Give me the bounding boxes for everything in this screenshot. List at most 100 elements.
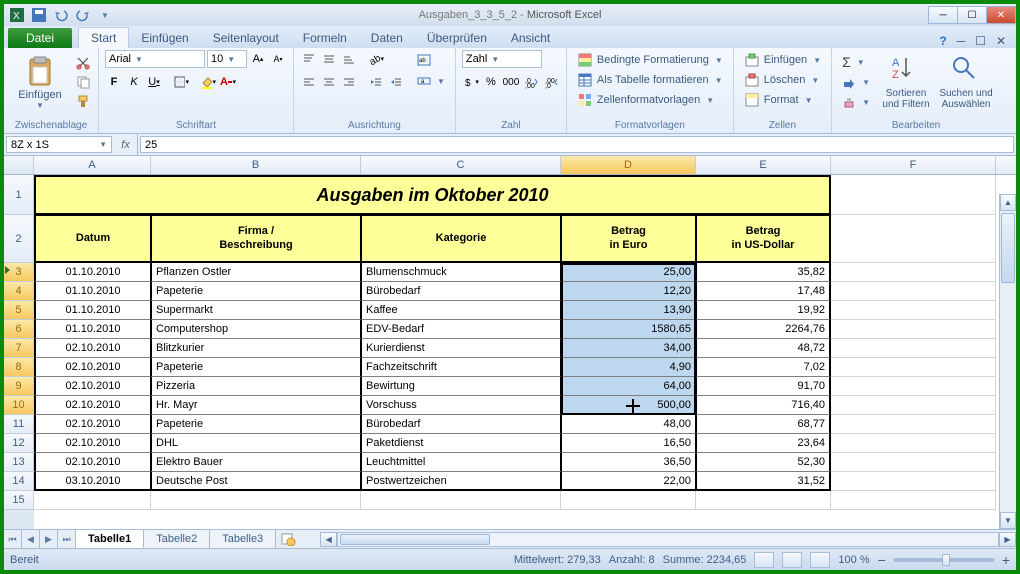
data-cell[interactable]: Blumenschmuck	[361, 263, 561, 282]
data-cell[interactable]: Pflanzen Ostler	[151, 263, 361, 282]
cell[interactable]	[831, 215, 996, 263]
data-cell[interactable]: 17,48	[696, 282, 831, 301]
ribbon-minimize-icon[interactable]: ─	[957, 34, 966, 48]
cell[interactable]	[831, 377, 996, 396]
data-cell[interactable]: Paketdienst	[361, 434, 561, 453]
align-bottom-icon[interactable]	[340, 50, 358, 68]
cell[interactable]	[831, 491, 996, 510]
data-cell[interactable]: Bürobedarf	[361, 415, 561, 434]
data-cell[interactable]: 01.10.2010	[34, 301, 151, 320]
data-cell[interactable]: 02.10.2010	[34, 339, 151, 358]
table-header[interactable]: Betrag in US-Dollar	[696, 215, 831, 263]
formula-input[interactable]: 25	[140, 136, 1014, 153]
cell[interactable]	[831, 175, 996, 215]
column-header-A[interactable]: A	[34, 156, 151, 174]
cell[interactable]	[831, 434, 996, 453]
tab-ueberpruefen[interactable]: Überprüfen	[415, 28, 499, 48]
cell-styles-button[interactable]: Zellenformatvorlagen▼	[573, 90, 727, 110]
increase-decimal-icon[interactable]: ,0,00	[522, 73, 540, 91]
row-header-8[interactable]: 8	[4, 358, 34, 377]
close-button[interactable]: ✕	[986, 6, 1016, 24]
fill-color-icon[interactable]: ▾	[199, 73, 217, 91]
data-cell[interactable]: 48,72	[696, 339, 831, 358]
font-size-combo[interactable]: 10▼	[207, 50, 247, 68]
row-header-11[interactable]: 11	[4, 415, 34, 434]
row-header-7[interactable]: 7	[4, 339, 34, 358]
data-cell[interactable]: 19,92	[696, 301, 831, 320]
add-sheet-icon[interactable]	[276, 530, 300, 548]
data-cell[interactable]: 52,30	[696, 453, 831, 472]
cell[interactable]	[831, 339, 996, 358]
insert-cells-button[interactable]: Einfügen▼	[740, 50, 825, 70]
find-select-button[interactable]: Suchen und Auswählen	[938, 50, 994, 114]
data-cell[interactable]: Computershop	[151, 320, 361, 339]
data-cell[interactable]: Pizzeria	[151, 377, 361, 396]
cell[interactable]	[831, 263, 996, 282]
tab-start[interactable]: Start	[78, 27, 129, 48]
bold-icon[interactable]: F	[105, 73, 123, 91]
tab-daten[interactable]: Daten	[359, 28, 415, 48]
italic-icon[interactable]: K	[125, 73, 143, 91]
data-cell[interactable]: 4,90	[561, 358, 696, 377]
data-cell[interactable]: Papeterie	[151, 282, 361, 301]
zoom-in-icon[interactable]: +	[1002, 552, 1010, 568]
border-icon[interactable]: ▾	[172, 73, 190, 91]
row-header-9[interactable]: 9	[4, 377, 34, 396]
cell[interactable]	[831, 396, 996, 415]
row-header-1[interactable]: 1	[4, 175, 34, 215]
decrease-decimal-icon[interactable]: ,00,0	[542, 73, 560, 91]
data-cell[interactable]: 2264,76	[696, 320, 831, 339]
row-header-15[interactable]: 15	[4, 491, 34, 510]
data-cell[interactable]: Vorschuss	[361, 396, 561, 415]
decrease-font-icon[interactable]: A▾	[269, 50, 287, 68]
data-cell[interactable]: 25,00	[561, 263, 696, 282]
redo-icon[interactable]	[74, 6, 92, 24]
comma-icon[interactable]: 000	[502, 73, 520, 91]
data-cell[interactable]: 02.10.2010	[34, 434, 151, 453]
scroll-right-icon[interactable]: ▶	[999, 532, 1016, 547]
restore-window-icon[interactable]: ☐	[975, 34, 986, 48]
fill-button[interactable]: ▼	[838, 72, 874, 92]
align-right-icon[interactable]	[340, 73, 358, 91]
zoom-out-icon[interactable]: −	[878, 552, 886, 568]
maximize-button[interactable]: ☐	[957, 6, 987, 24]
data-cell[interactable]: 34,00	[561, 339, 696, 358]
autosum-button[interactable]: Σ▼	[838, 52, 874, 72]
data-cell[interactable]: 01.10.2010	[34, 263, 151, 282]
qa-dropdown-icon[interactable]: ▼	[96, 6, 114, 24]
orientation-icon[interactable]: ab▾	[367, 50, 385, 68]
data-cell[interactable]: Elektro Bauer	[151, 453, 361, 472]
cell[interactable]	[831, 415, 996, 434]
table-header[interactable]: Firma / Beschreibung	[151, 215, 361, 263]
data-cell[interactable]: 22,00	[561, 472, 696, 491]
data-cell[interactable]: 91,70	[696, 377, 831, 396]
font-color-icon[interactable]: A▾	[219, 73, 237, 91]
data-cell[interactable]: Kaffee	[361, 301, 561, 320]
tab-nav-prev-icon[interactable]: ◀	[22, 530, 40, 548]
increase-indent-icon[interactable]	[387, 73, 405, 91]
tab-file[interactable]: Datei	[8, 28, 72, 48]
data-cell[interactable]: Bürobedarf	[361, 282, 561, 301]
column-header-D[interactable]: D	[561, 156, 696, 174]
view-page-layout-icon[interactable]	[782, 552, 802, 568]
wrap-text-button[interactable]: ab	[413, 50, 449, 70]
tab-seitenlayout[interactable]: Seitenlayout	[201, 28, 291, 48]
data-cell[interactable]: Papeterie	[151, 358, 361, 377]
cell[interactable]	[831, 301, 996, 320]
tab-formeln[interactable]: Formeln	[291, 28, 359, 48]
table-header[interactable]: Betrag in Euro	[561, 215, 696, 263]
vertical-scrollbar[interactable]: ▲ ▼	[999, 194, 1016, 529]
tab-ansicht[interactable]: Ansicht	[499, 28, 562, 48]
paste-button[interactable]: Einfügen ▼	[10, 50, 70, 114]
cell[interactable]	[831, 472, 996, 491]
tab-nav-first-icon[interactable]: ⏮	[4, 530, 22, 548]
data-cell[interactable]: 23,64	[696, 434, 831, 453]
cells-area[interactable]: Ausgaben im Oktober 2010DatumFirma / Bes…	[34, 175, 1016, 529]
cell[interactable]	[696, 491, 831, 510]
tab-nav-last-icon[interactable]: ⏭	[58, 530, 76, 548]
number-format-combo[interactable]: Zahl▼	[462, 50, 542, 68]
cell[interactable]	[831, 358, 996, 377]
data-cell[interactable]: Leuchtmittel	[361, 453, 561, 472]
data-cell[interactable]: 35,82	[696, 263, 831, 282]
cell[interactable]	[361, 491, 561, 510]
